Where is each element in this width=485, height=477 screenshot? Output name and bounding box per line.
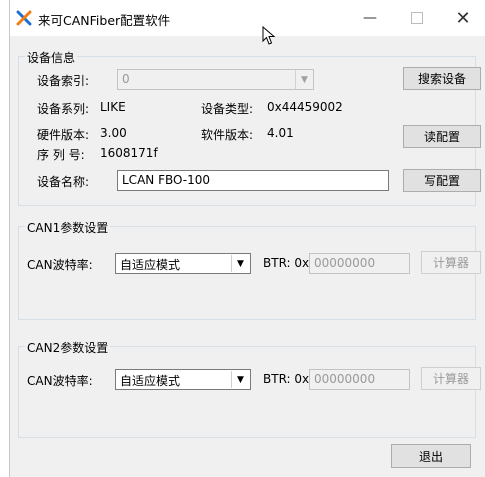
- chevron-down-icon: ▼: [231, 255, 249, 272]
- device-index-label: 设备索引:: [37, 74, 90, 88]
- can2-baud-value: 自适应模式: [120, 374, 181, 388]
- exit-button-label: 退出: [418, 449, 443, 464]
- hardware-version-value: 3.00: [100, 126, 127, 140]
- can2-calculator-button[interactable]: 计算器: [421, 367, 481, 390]
- device-index-value: 0: [122, 72, 130, 86]
- can2-settings-group: CAN2参数设置 CAN波特率: 自适应模式 ▼ BTR: 0x 0000000…: [18, 339, 481, 438]
- minimize-icon: —: [363, 10, 377, 26]
- can2-btr-input[interactable]: 00000000: [309, 369, 410, 390]
- can1-calculator-button-label: 计算器: [432, 256, 469, 270]
- device-name-input[interactable]: LCAN FBO-100: [117, 170, 389, 191]
- can2-btr-label: BTR: 0x: [263, 372, 310, 386]
- device-series-value: LIKE: [100, 100, 126, 114]
- can2-group-title: CAN2参数设置: [25, 339, 111, 356]
- mouse-cursor-icon: [262, 26, 276, 45]
- can2-baud-label: CAN波特率:: [27, 374, 93, 388]
- serial-number-label: 序 列 号:: [37, 148, 85, 162]
- device-type-label: 设备类型:: [201, 102, 254, 116]
- chevron-down-icon: ▼: [231, 371, 249, 388]
- can1-group-title: CAN1参数设置: [25, 219, 111, 236]
- chevron-down-icon: ▼: [295, 70, 313, 89]
- title-bar[interactable]: 来可CANFiber配置软件 — ✕: [10, 0, 485, 45]
- maximize-icon: [411, 12, 423, 24]
- close-button[interactable]: ✕: [440, 0, 485, 36]
- app-window: 来可CANFiber配置软件 — ✕ 设备信息 设备索引: 0 ▼ 搜索设备 设…: [9, 0, 485, 477]
- can1-btr-label: BTR: 0x: [263, 256, 310, 270]
- software-version-value: 4.01: [267, 126, 294, 140]
- minimize-button[interactable]: —: [347, 0, 393, 36]
- write-config-button-label: 写配置: [423, 174, 460, 188]
- software-version-label: 软件版本:: [201, 128, 254, 142]
- can1-baud-value: 自适应模式: [120, 258, 181, 272]
- can1-baud-label: CAN波特率:: [27, 258, 93, 272]
- device-name-label: 设备名称:: [37, 175, 90, 189]
- search-device-button-label: 搜索设备: [417, 72, 466, 86]
- device-type-value: 0x44459002: [267, 100, 343, 114]
- device-info-group: 设备信息 设备索引: 0 ▼ 搜索设备 设备系列: LIKE 设备类型: 0x4…: [18, 49, 481, 206]
- write-config-button[interactable]: 写配置: [403, 169, 481, 192]
- close-icon: ✕: [455, 7, 471, 29]
- can1-baud-select[interactable]: 自适应模式 ▼: [115, 253, 251, 274]
- can1-btr-input[interactable]: 00000000: [309, 253, 410, 274]
- device-index-select[interactable]: 0 ▼: [117, 69, 314, 90]
- can2-calculator-button-label: 计算器: [432, 372, 469, 386]
- read-config-button[interactable]: 读配置: [403, 125, 481, 148]
- can1-calculator-button[interactable]: 计算器: [421, 251, 481, 274]
- serial-number-value: 1608171f: [100, 146, 158, 160]
- exit-button[interactable]: 退出: [391, 444, 471, 468]
- app-logo-icon: [16, 10, 32, 26]
- read-config-button-label: 读配置: [423, 130, 460, 144]
- hardware-version-label: 硬件版本:: [37, 128, 90, 142]
- device-series-label: 设备系列:: [37, 102, 90, 116]
- can1-settings-group: CAN1参数设置 CAN波特率: 自适应模式 ▼ BTR: 0x 0000000…: [18, 219, 481, 320]
- can2-baud-select[interactable]: 自适应模式 ▼: [115, 369, 251, 390]
- search-device-button[interactable]: 搜索设备: [403, 67, 481, 90]
- maximize-button[interactable]: [394, 0, 440, 36]
- device-info-group-title: 设备信息: [25, 49, 78, 66]
- window-title: 来可CANFiber配置软件: [38, 13, 171, 28]
